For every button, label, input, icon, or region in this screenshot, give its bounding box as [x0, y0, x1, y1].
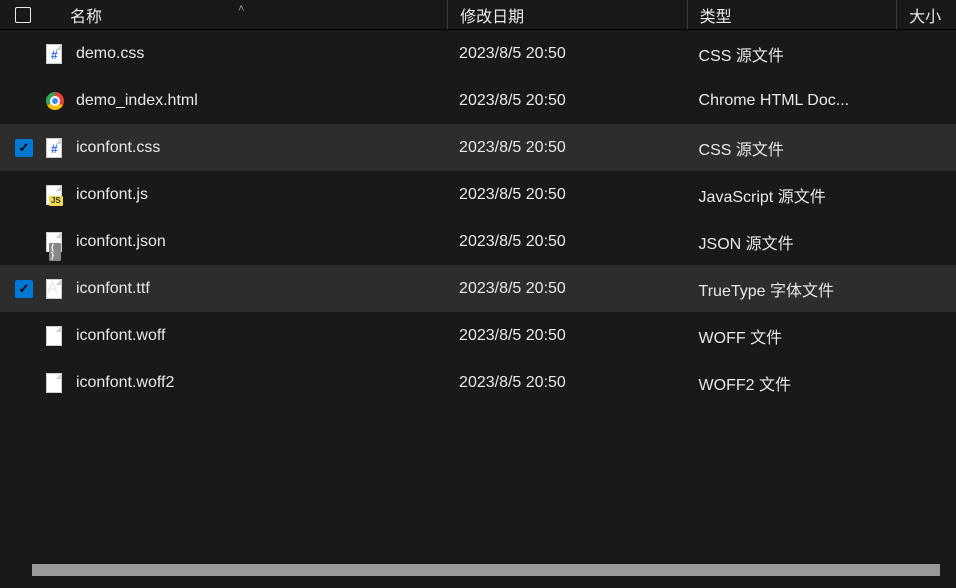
file-date-label: 2023/8/5 20:50	[459, 374, 566, 391]
font-file-icon: A	[46, 279, 64, 299]
row-checkbox-cell[interactable]: ✓	[0, 139, 38, 157]
file-date-cell: 2023/8/5 20:50	[447, 186, 687, 204]
file-name-label: demo_index.html	[76, 92, 198, 110]
file-date-cell: 2023/8/5 20:50	[447, 327, 687, 345]
file-date-label: 2023/8/5 20:50	[459, 327, 566, 344]
file-type-cell: JavaScript 源文件	[687, 183, 897, 207]
file-type-label: Chrome HTML Doc...	[699, 92, 850, 109]
file-type-label: CSS 源文件	[699, 48, 784, 65]
file-type-label: CSS 源文件	[699, 142, 784, 159]
file-list: # demo.css 2023/8/5 20:50 CSS 源文件 demo_index…	[0, 30, 956, 406]
file-name-label: iconfont.woff2	[76, 374, 174, 392]
file-name-cell[interactable]: demo_index.html	[38, 90, 447, 112]
horizontal-scrollbar[interactable]	[32, 564, 940, 576]
row-checkbox-cell[interactable]: ✓	[0, 280, 38, 298]
file-date-label: 2023/8/5 20:50	[459, 233, 566, 250]
row-checkbox[interactable]: ✓	[15, 280, 33, 298]
file-name-cell[interactable]: # iconfont.css	[38, 137, 447, 159]
file-name-cell[interactable]: iconfont.woff2	[38, 372, 447, 394]
file-type-cell: WOFF 文件	[687, 324, 897, 348]
file-name-label: iconfont.woff	[76, 327, 166, 345]
select-all-checkbox[interactable]	[15, 7, 31, 23]
row-checkbox-cell[interactable]	[0, 186, 38, 204]
file-date-cell: 2023/8/5 20:50	[447, 280, 687, 298]
file-name-label: iconfont.css	[76, 139, 160, 157]
sort-ascending-icon: ˄	[238, 3, 244, 15]
file-date-label: 2023/8/5 20:50	[459, 280, 566, 297]
row-checkbox-cell[interactable]	[0, 92, 38, 110]
row-checkbox-cell[interactable]	[0, 327, 38, 345]
row-checkbox-cell[interactable]	[0, 374, 38, 392]
file-name-cell[interactable]: JS iconfont.js	[38, 184, 447, 206]
table-row[interactable]: JS iconfont.js 2023/8/5 20:50 JavaScript 源文…	[0, 171, 956, 218]
file-date-label: 2023/8/5 20:50	[459, 139, 566, 156]
column-header-name[interactable]: 名称 ˄	[38, 0, 447, 29]
file-name-label: iconfont.js	[76, 186, 148, 204]
css-file-icon: #	[46, 138, 64, 158]
file-name-cell[interactable]: iconfont.woff	[38, 325, 447, 347]
column-header-name-label: 名称	[70, 3, 102, 27]
row-checkbox[interactable]: ✓	[15, 139, 33, 157]
table-row[interactable]: # demo.css 2023/8/5 20:50 CSS 源文件	[0, 30, 956, 77]
file-name-label: iconfont.ttf	[76, 280, 150, 298]
column-header-date[interactable]: 修改日期	[447, 0, 686, 29]
column-header-type[interactable]: 类型	[687, 0, 897, 29]
row-checkbox-cell[interactable]	[0, 233, 38, 251]
column-header-size[interactable]: 大小	[896, 0, 956, 29]
table-row[interactable]: demo_index.html 2023/8/5 20:50 Chrome HTML…	[0, 77, 956, 124]
column-header-date-label: 修改日期	[460, 3, 524, 27]
css-file-icon: #	[46, 44, 64, 64]
file-type-label: WOFF2 文件	[699, 377, 791, 394]
table-row[interactable]: iconfont.woff 2023/8/5 20:50 WOFF 文件	[0, 312, 956, 359]
file-date-cell: 2023/8/5 20:50	[447, 374, 687, 392]
file-date-label: 2023/8/5 20:50	[459, 186, 566, 203]
file-name-cell[interactable]: { } iconfont.json	[38, 231, 447, 253]
file-name-label: demo.css	[76, 45, 144, 63]
chrome-icon	[46, 92, 64, 110]
table-row[interactable]: iconfont.woff2 2023/8/5 20:50 WOFF2 文件	[0, 359, 956, 406]
file-type-label: TrueType 字体文件	[699, 283, 834, 300]
generic-file-icon	[46, 373, 64, 393]
select-all-cell[interactable]	[0, 7, 38, 23]
file-type-cell: CSS 源文件	[687, 42, 897, 66]
file-date-label: 2023/8/5 20:50	[459, 45, 566, 62]
table-row[interactable]: { } iconfont.json 2023/8/5 20:50 JSON 源文件	[0, 218, 956, 265]
row-checkbox-cell[interactable]	[0, 45, 38, 63]
table-row[interactable]: ✓ Aiconfont.ttf 2023/8/5 20:50 TrueType 字体文…	[0, 265, 956, 312]
json-file-icon: { }	[46, 232, 64, 252]
file-type-label: WOFF 文件	[699, 330, 783, 347]
file-name-label: iconfont.json	[76, 233, 166, 251]
file-type-label: JSON 源文件	[699, 236, 794, 253]
file-type-cell: Chrome HTML Doc...	[687, 92, 897, 110]
file-type-cell: WOFF2 文件	[687, 371, 897, 395]
file-date-label: 2023/8/5 20:50	[459, 92, 566, 109]
column-header-type-label: 类型	[700, 3, 732, 27]
generic-file-icon	[46, 326, 64, 346]
file-date-cell: 2023/8/5 20:50	[447, 92, 687, 110]
column-header-size-label: 大小	[909, 3, 941, 27]
file-date-cell: 2023/8/5 20:50	[447, 139, 687, 157]
file-date-cell: 2023/8/5 20:50	[447, 45, 687, 63]
table-row[interactable]: ✓ # iconfont.css 2023/8/5 20:50 CSS 源文件	[0, 124, 956, 171]
js-file-icon: JS	[46, 185, 64, 205]
column-header-row: 名称 ˄ 修改日期 类型 大小	[0, 0, 956, 30]
file-name-cell[interactable]: Aiconfont.ttf	[38, 278, 447, 300]
file-name-cell[interactable]: # demo.css	[38, 43, 447, 65]
file-type-cell: CSS 源文件	[687, 136, 897, 160]
file-date-cell: 2023/8/5 20:50	[447, 233, 687, 251]
file-type-cell: JSON 源文件	[687, 230, 897, 254]
file-type-label: JavaScript 源文件	[699, 189, 826, 206]
file-type-cell: TrueType 字体文件	[687, 277, 897, 301]
